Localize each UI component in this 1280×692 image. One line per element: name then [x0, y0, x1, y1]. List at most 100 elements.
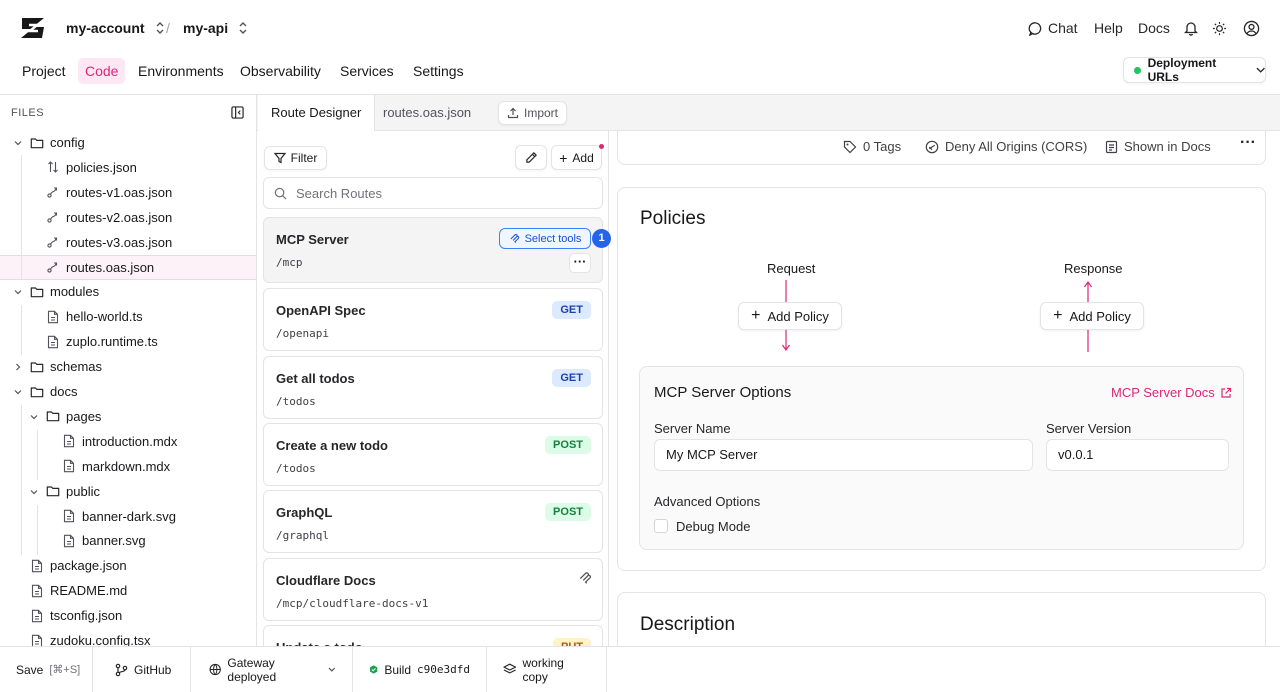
file-icon — [30, 584, 44, 598]
route-card[interactable]: Cloudflare Docs/mcp/cloudflare-docs-v1 — [263, 558, 603, 621]
tree-file[interactable]: tsconfig.json — [0, 603, 256, 628]
nav-project[interactable]: Project — [15, 58, 73, 84]
plus-icon: + — [1053, 307, 1063, 324]
nav-settings[interactable]: Settings — [406, 58, 471, 84]
working-copy-button[interactable]: working copy — [487, 647, 607, 692]
nav-environments[interactable]: Environments — [131, 58, 231, 84]
indent-guide — [21, 305, 22, 355]
tree-folder[interactable]: docs — [0, 379, 256, 404]
nav-code[interactable]: Code — [78, 58, 126, 84]
tree-file[interactable]: banner-dark.svg — [0, 504, 256, 529]
save-shortcut: [⌘+S] — [49, 664, 81, 676]
pencil-icon — [525, 152, 537, 163]
server-version-input[interactable]: v0.0.1 — [1046, 439, 1229, 471]
tree-file[interactable]: banner.svg — [0, 528, 256, 553]
build-status-button[interactable]: Build c90e3dfd — [353, 647, 487, 692]
import-button[interactable]: Import — [498, 101, 567, 125]
tree-file[interactable]: routes.oas.json — [0, 254, 256, 280]
edit-routes-button[interactable] — [515, 145, 547, 170]
tree-file[interactable]: routes-v3.oas.json — [0, 230, 256, 255]
server-name-input[interactable]: My MCP Server — [654, 439, 1033, 471]
tree-file[interactable]: README.md — [0, 578, 256, 603]
theme-toggle-icon[interactable] — [1212, 21, 1227, 36]
github-button[interactable]: GitHub — [93, 647, 191, 692]
tag-icon — [843, 140, 857, 153]
route-card[interactable]: MCP Server/mcp ··· — [263, 217, 603, 283]
search-routes-input[interactable]: Search Routes — [263, 177, 603, 209]
debug-mode-checkbox[interactable] — [654, 519, 668, 533]
project-name: my-api — [183, 20, 229, 36]
policies-card: Policies Request Response + Add Policy +… — [617, 187, 1266, 571]
route-file-icon — [46, 260, 60, 274]
cors-button[interactable]: Deny All Origins (CORS) — [925, 139, 1087, 154]
tree-file[interactable]: hello-world.ts — [0, 304, 256, 329]
tree-item-label: README.md — [50, 583, 128, 599]
tree-item-label: schemas — [50, 359, 103, 375]
nav-services[interactable]: Services — [333, 58, 401, 84]
chevron-right-icon[interactable] — [13, 362, 23, 372]
select-tools-button[interactable]: Select tools — [499, 228, 591, 249]
tags-button[interactable]: 0 Tags — [843, 139, 901, 154]
route-card[interactable]: Get all todos/todos GET — [263, 356, 603, 419]
save-button[interactable]: Save [⌘+S] — [0, 647, 93, 692]
docs-visibility-button[interactable]: Shown in Docs — [1105, 139, 1211, 154]
unsaved-dot — [599, 144, 604, 149]
route-more-icon[interactable]: ··· — [569, 253, 591, 273]
route-card[interactable]: GraphQL/graphql POST — [263, 490, 603, 553]
route-card[interactable]: OpenAPI Spec/openapi GET — [263, 288, 603, 351]
tree-file[interactable]: policies.json — [0, 155, 256, 180]
tree-folder[interactable]: config — [0, 130, 256, 155]
account-switcher[interactable]: my-account — [66, 20, 165, 36]
mcp-server-docs-link[interactable]: MCP Server Docs — [1111, 385, 1232, 400]
filter-button[interactable]: Filter — [264, 146, 327, 170]
tree-file[interactable]: zuplo.runtime.ts — [0, 329, 256, 354]
zuplo-logo[interactable] — [20, 16, 47, 40]
tree-file[interactable]: routes-v1.oas.json — [0, 180, 256, 205]
tree-file[interactable]: introduction.mdx — [0, 429, 256, 454]
server-version-label: Server Version — [1046, 421, 1132, 436]
chevron-down-icon[interactable] — [29, 412, 39, 422]
gateway-status-button[interactable]: Gateway deployed — [191, 647, 353, 692]
route-card[interactable]: Update a todoPUT — [263, 625, 603, 646]
route-file-icon — [46, 210, 60, 224]
tree-folder[interactable]: pages — [0, 404, 256, 429]
tree-file[interactable]: zudoku.config.tsx — [0, 628, 256, 646]
route-name: OpenAPI Spec — [276, 303, 366, 318]
folder-icon — [30, 385, 44, 399]
chevron-down-icon[interactable] — [13, 387, 23, 397]
file-icon — [62, 509, 76, 523]
tree-item-label: routes-v2.oas.json — [66, 209, 173, 225]
editor-tabs: Route Designer routes.oas.json Import — [257, 95, 1280, 131]
docs-link[interactable]: Docs — [1138, 20, 1170, 36]
tree-file[interactable]: markdown.mdx — [0, 454, 256, 479]
external-link-icon — [1221, 387, 1231, 398]
chevron-down-icon[interactable] — [13, 138, 23, 148]
add-route-button[interactable]: + Add — [551, 145, 602, 170]
github-label: GitHub — [134, 662, 172, 677]
tree-file[interactable]: routes-v2.oas.json — [0, 205, 256, 230]
deployment-urls-button[interactable]: Deployment URLs — [1123, 56, 1266, 84]
working-copy-label: working copy — [522, 655, 564, 684]
tree-file[interactable]: package.json — [0, 553, 256, 578]
user-avatar-icon[interactable] — [1243, 20, 1260, 37]
chat-button[interactable]: Chat — [1028, 20, 1078, 36]
tree-item-label: policies.json — [66, 159, 137, 175]
add-response-policy-button[interactable]: + Add Policy — [1040, 302, 1144, 330]
tab-route-designer[interactable]: Route Designer — [258, 95, 376, 131]
chevron-down-icon[interactable] — [13, 287, 23, 297]
project-switcher[interactable]: my-api — [183, 20, 248, 36]
collapse-sidebar-icon[interactable] — [231, 106, 244, 119]
tree-folder[interactable]: public — [0, 479, 256, 504]
help-link[interactable]: Help — [1094, 20, 1123, 36]
nav-observability[interactable]: Observability — [233, 58, 328, 84]
tab-routes-oas-json[interactable]: routes.oas.json — [370, 95, 484, 131]
tree-item-label: banner.svg — [82, 533, 146, 549]
more-options-icon[interactable]: ··· — [1240, 134, 1256, 152]
chevron-down-icon[interactable] — [29, 487, 39, 497]
chevron-updown-icon — [156, 22, 164, 34]
bell-icon[interactable] — [1184, 21, 1198, 36]
add-request-policy-button[interactable]: + Add Policy — [738, 302, 842, 330]
tree-folder[interactable]: schemas — [0, 354, 256, 379]
route-card[interactable]: Create a new todo/todos POST — [263, 423, 603, 486]
tree-folder[interactable]: modules — [0, 279, 256, 304]
